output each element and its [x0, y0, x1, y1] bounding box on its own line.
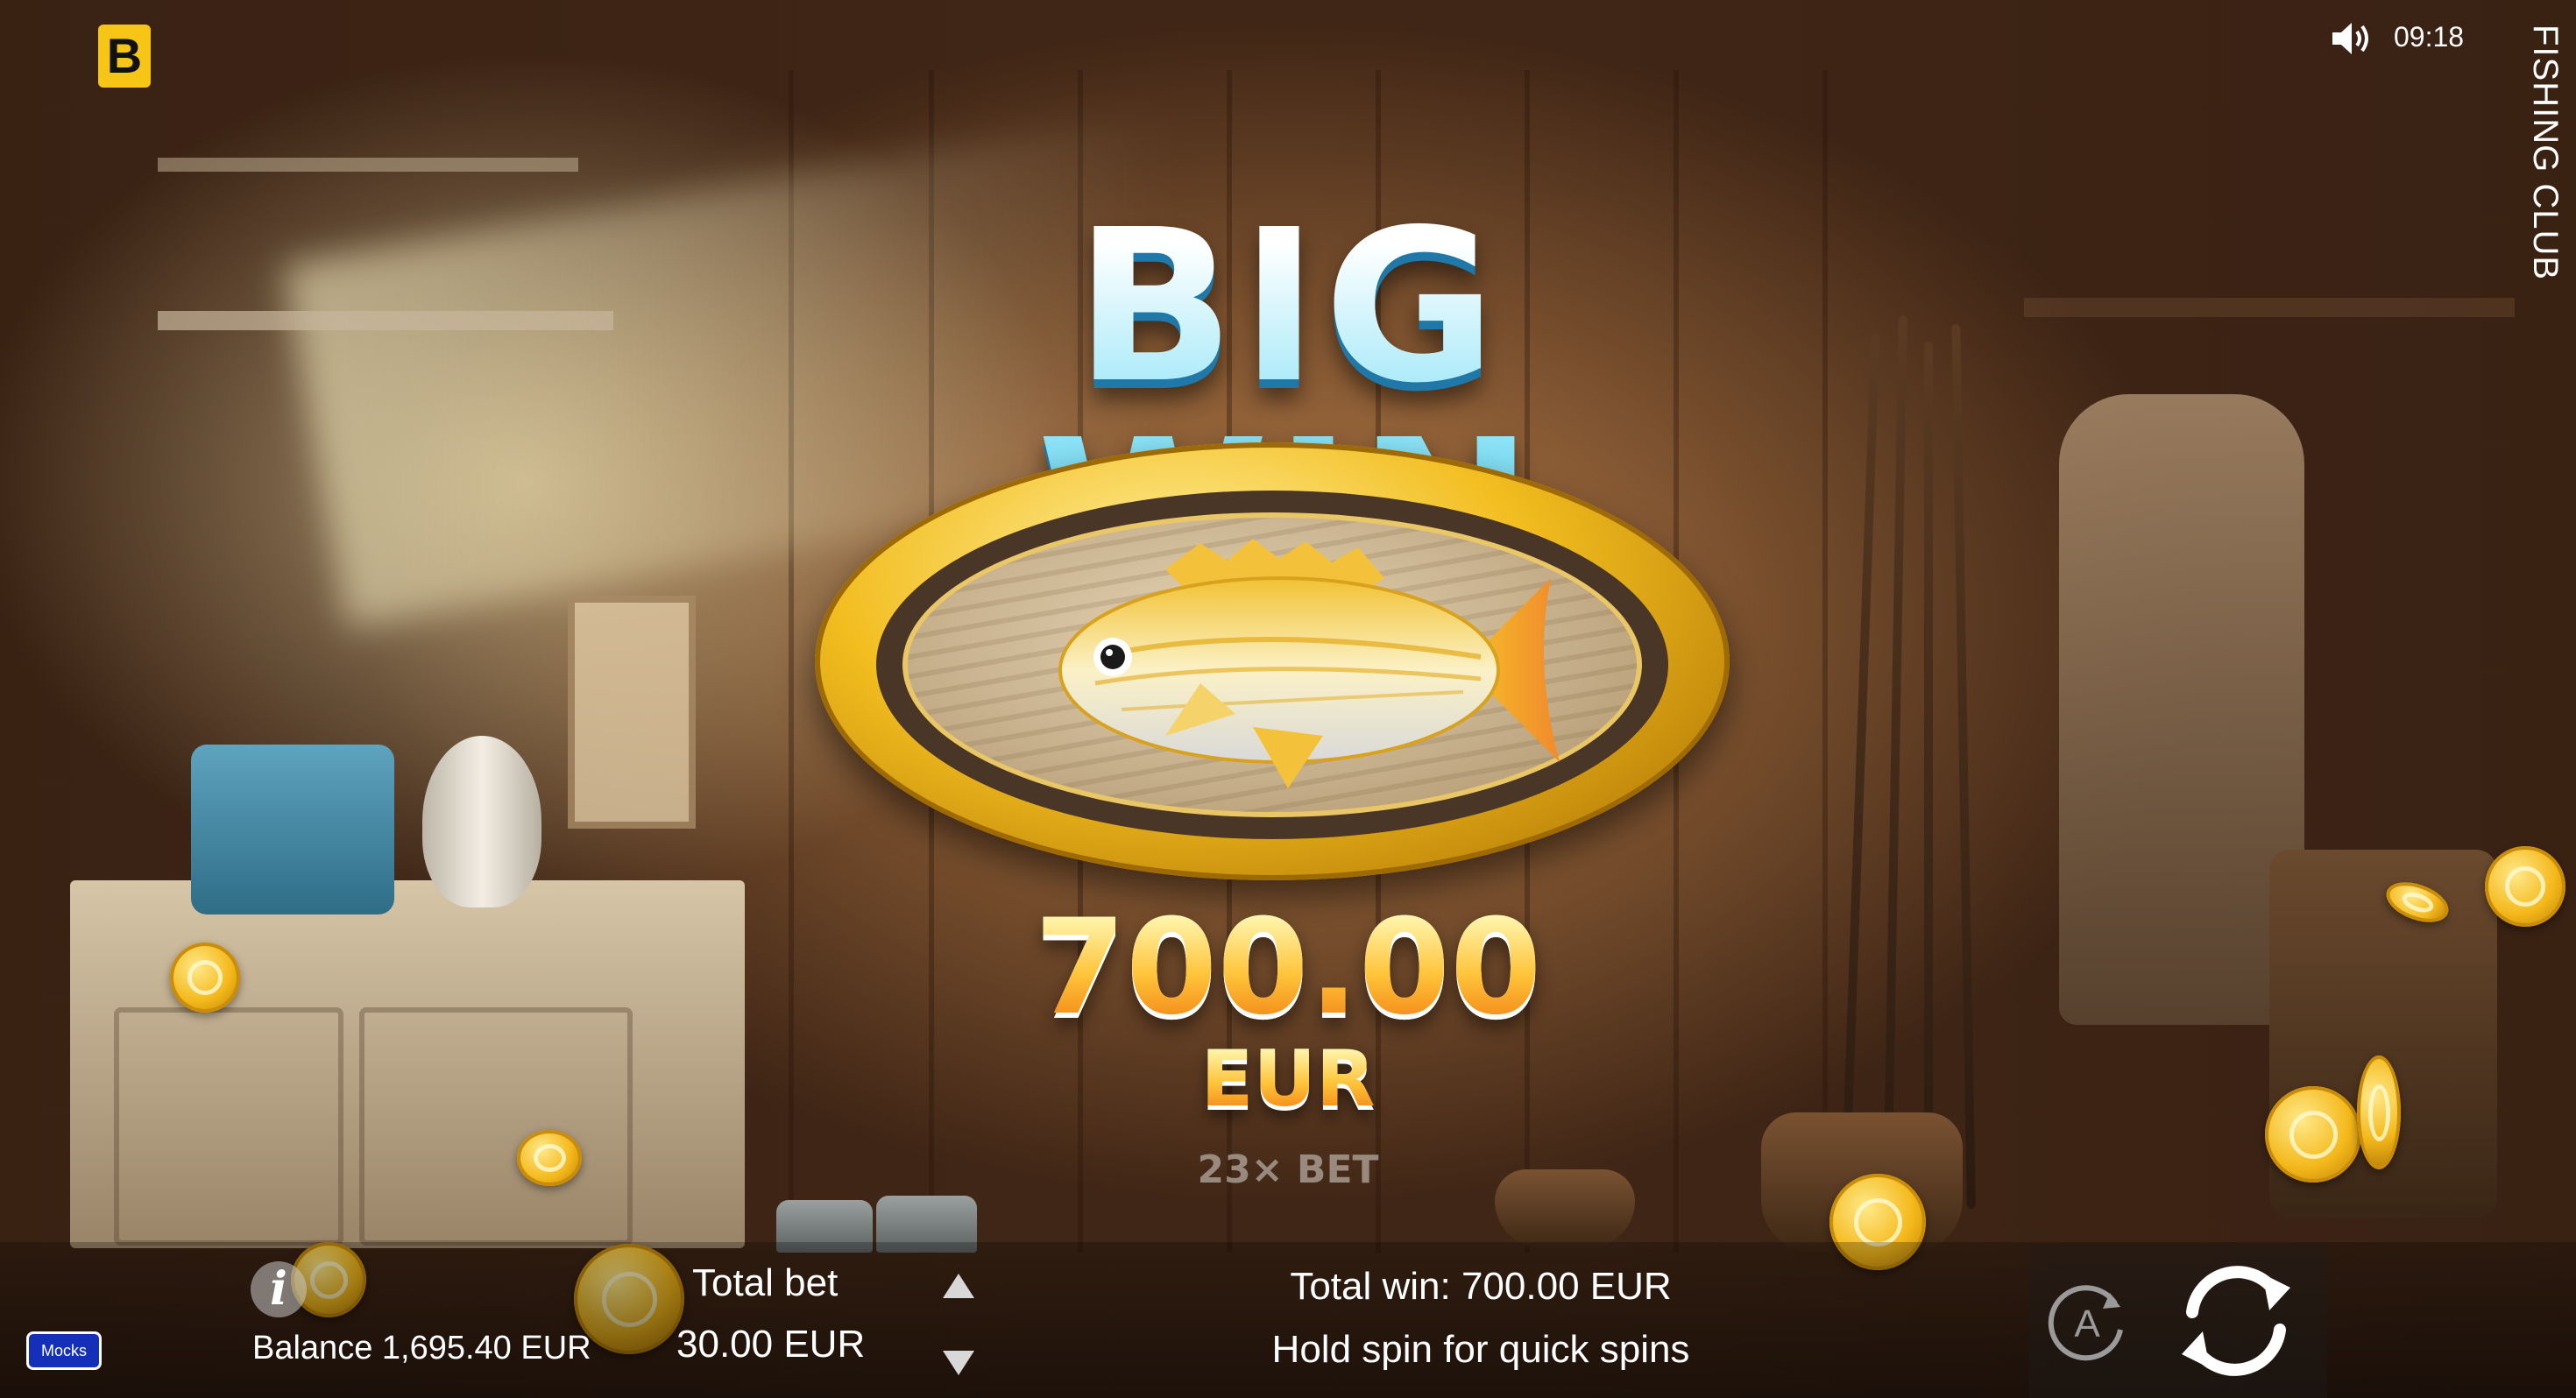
coin [2485, 846, 2565, 927]
fishing-rod [1951, 323, 1976, 1210]
bet-increase-button[interactable] [939, 1270, 978, 1302]
spin-button[interactable] [2166, 1251, 2306, 1391]
coin [517, 1130, 582, 1186]
cabinet-door [114, 1007, 343, 1246]
wall-shelf [158, 158, 578, 172]
fishing-rod [1840, 333, 1880, 1209]
tackle-box [191, 745, 394, 914]
refresh-arrows-icon [2182, 1266, 2290, 1376]
balance-display: Balance 1,695.40 EUR [252, 1330, 591, 1366]
hanging-coat [2059, 394, 2304, 1025]
game-title: FISHING CLUB [2526, 25, 2565, 281]
total-win-display: Total win: 700.00 EUR [1290, 1265, 1672, 1308]
pot [1495, 1169, 1635, 1248]
wall-picture [568, 596, 696, 829]
vase [422, 736, 541, 907]
coin [2357, 1056, 2401, 1169]
fishing-rod [1924, 342, 1933, 1209]
wall-shelf [2024, 298, 2515, 317]
wall-shelf [158, 311, 613, 330]
coin [170, 943, 240, 1013]
total-bet-value: 30.00 EUR [676, 1323, 866, 1366]
clock: 09:18 [2394, 21, 2465, 53]
cabinet-door [359, 1007, 633, 1246]
autoplay-button[interactable]: A [2042, 1277, 2133, 1368]
win-multiplier: 23× BET [1197, 1147, 1379, 1192]
total-bet-label: Total bet [692, 1261, 839, 1304]
mocks-badge: Mocks [26, 1331, 102, 1370]
fishing-rod [1883, 314, 1907, 1210]
brand-logo: B [98, 25, 151, 88]
wall-plank [1822, 70, 1828, 1253]
speaker-icon[interactable] [2331, 19, 2373, 58]
info-icon[interactable]: i [251, 1261, 307, 1317]
bet-decrease-button[interactable] [939, 1347, 978, 1379]
win-currency: EUR [1113, 1041, 1463, 1118]
quick-spin-hint: Hold spin for quick spins [1271, 1328, 1690, 1371]
golden-fish-icon [1058, 539, 1560, 788]
coin [2265, 1086, 2361, 1183]
win-amount: 700.00 [938, 902, 1638, 1034]
autoplay-label: A [2074, 1303, 2100, 1345]
